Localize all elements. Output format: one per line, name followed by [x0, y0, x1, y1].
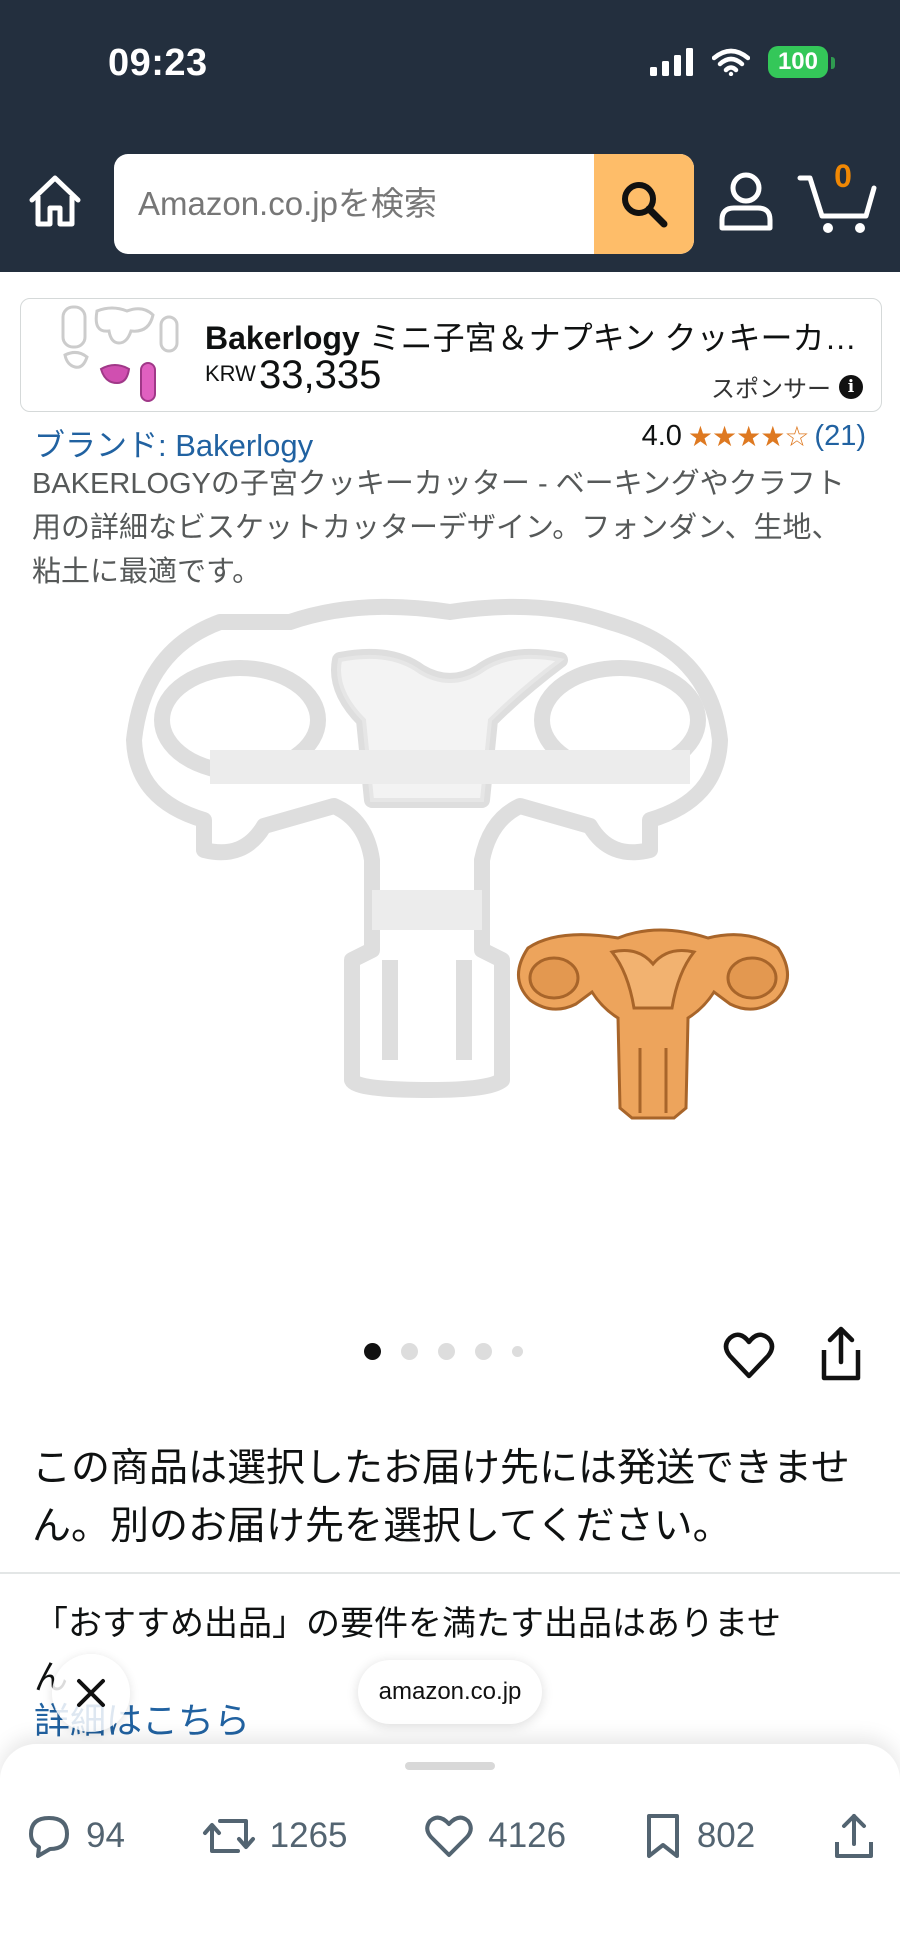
home-icon	[29, 175, 81, 227]
bookmark-count: 802	[696, 1816, 756, 1855]
ad-product-thumbnail	[61, 305, 179, 402]
cart-count: 0	[834, 158, 852, 194]
social-actions: 94 1265 4126 802	[26, 1796, 876, 1876]
ad-currency: KRW	[205, 361, 256, 386]
heart-icon	[723, 1332, 775, 1379]
brand-link[interactable]: ブランド: Bakerlogy	[34, 420, 313, 465]
carousel-dots[interactable]	[364, 1343, 523, 1360]
info-icon: i	[839, 374, 863, 399]
search-bar	[114, 154, 694, 254]
bookmark-button[interactable]: 802	[643, 1812, 755, 1860]
carousel-dot[interactable]	[512, 1346, 523, 1357]
like-count: 4126	[488, 1816, 567, 1855]
wifi-icon	[711, 48, 750, 76]
amazon-header: 09:23 100 Amazon.co.jpを検索 0	[0, 0, 900, 272]
share-icon	[834, 1814, 873, 1858]
star-rating-icon: ★★★★☆	[687, 421, 810, 452]
sponsored-ad[interactable]: Bakerlogy ミニ子宮＆ナプキン クッキーカッター KRW 33,335 …	[20, 298, 882, 412]
product-title: BAKERLOGYの子宮クッキーカッター - ベーキングやクラフト用の詳細なビス…	[32, 468, 845, 588]
account-icon	[719, 172, 773, 231]
carousel-dot[interactable]	[438, 1343, 455, 1360]
ad-brand: Bakerlogy	[205, 320, 360, 356]
like-button[interactable]: 4126	[424, 1813, 566, 1859]
share-button[interactable]	[816, 1326, 866, 1382]
carousel-dot[interactable]	[475, 1343, 492, 1360]
sponsored-text: スポンサー	[711, 376, 831, 403]
wishlist-button[interactable]	[722, 1328, 776, 1382]
reply-icon	[29, 1816, 69, 1858]
ad-price: 33,335	[259, 353, 382, 397]
search-input[interactable]	[114, 154, 594, 254]
reply-count: 94	[86, 1816, 125, 1855]
battery-indicator: 100	[767, 46, 836, 78]
browser-url-pill[interactable]: amazon.co.jp	[358, 1660, 542, 1724]
status-time: 09:23	[108, 42, 208, 84]
close-button[interactable]	[52, 1654, 130, 1732]
section-divider	[0, 1572, 900, 1574]
shipping-unavailable-message: この商品は選択したお届け先には発送できません。別のお届け先を選択してください。	[32, 1447, 850, 1548]
search-button[interactable]	[594, 154, 694, 254]
close-icon	[77, 1679, 105, 1707]
repost-count: 1265	[269, 1816, 348, 1855]
like-icon	[425, 1815, 473, 1857]
cart-button[interactable]: 0	[796, 158, 880, 238]
social-action-sheet: 94 1265 4126 802	[0, 1744, 900, 1951]
sponsored-label[interactable]: スポンサー i	[711, 369, 863, 404]
carousel-dot[interactable]	[401, 1343, 418, 1360]
cellular-signal-icon	[649, 48, 693, 76]
rating-value: 4.0	[641, 420, 682, 452]
account-button[interactable]	[716, 170, 776, 234]
rating-count: (21)	[814, 420, 866, 452]
search-icon	[622, 182, 668, 228]
bookmark-icon	[646, 1814, 679, 1858]
share-icon	[821, 1326, 861, 1381]
product-image[interactable]	[90, 590, 810, 1270]
status-icons: 100	[649, 46, 836, 78]
sheet-grabber[interactable]	[405, 1762, 495, 1770]
reply-button[interactable]: 94	[26, 1813, 125, 1859]
post-share-button[interactable]	[832, 1812, 876, 1860]
repost-button[interactable]: 1265	[202, 1813, 348, 1859]
home-button[interactable]	[26, 172, 84, 230]
repost-icon	[202, 1819, 255, 1853]
ad-title-text: ミニ子宮＆ナプキン クッキーカッター	[359, 320, 865, 356]
featured-offer-message: 「おすすめ出品」の要件を満たす出品はありませ	[34, 1605, 781, 1643]
rating-summary[interactable]: 4.0 ★★★★☆ (21)	[642, 420, 866, 453]
carousel-dot[interactable]	[364, 1343, 381, 1360]
